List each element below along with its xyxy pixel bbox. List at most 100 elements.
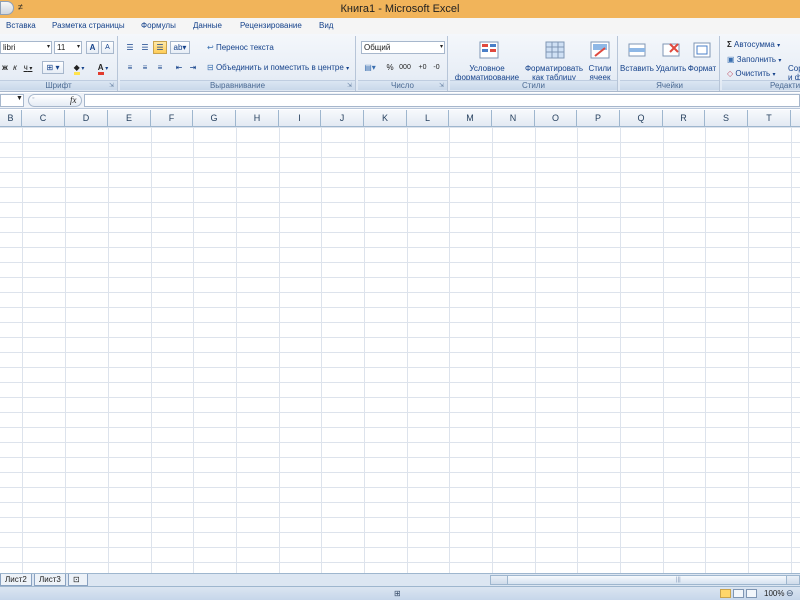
sort-filter-label-1[interactable]: Сор: [788, 64, 800, 73]
tab-data[interactable]: Данные: [193, 21, 222, 30]
bold-button[interactable]: ж: [0, 61, 10, 74]
fill-button[interactable]: ▣ Заполнить ▾: [726, 53, 790, 66]
conditional-formatting-button[interactable]: Условное форматирование: [452, 38, 522, 82]
align-left-button[interactable]: ≡: [123, 61, 137, 74]
delete-cells-button[interactable]: Удалить: [654, 38, 688, 80]
align-left-icon: ≡: [127, 63, 133, 72]
insert-function-button[interactable]: fx: [70, 95, 77, 105]
column-header[interactable]: S: [705, 110, 748, 127]
column-header[interactable]: H: [236, 110, 279, 127]
clear-button[interactable]: ◇ Очистить ▾: [726, 67, 790, 80]
wrap-text-button[interactable]: ↩ Перенос текста: [206, 41, 276, 54]
align-top-button[interactable]: ☰: [123, 41, 137, 54]
align-bottom-button[interactable]: ☰: [153, 41, 167, 54]
normal-view-button[interactable]: [720, 589, 731, 598]
horizontal-scrollbar[interactable]: |||: [490, 575, 800, 585]
new-sheet-icon: ⊡: [73, 575, 80, 584]
format-cells-button[interactable]: Формат: [686, 38, 718, 80]
zoom-out-button[interactable]: ⊖: [786, 588, 794, 599]
number-format-value: Общий: [364, 43, 391, 52]
column-header[interactable]: J: [321, 110, 364, 127]
tab-view[interactable]: Вид: [319, 21, 333, 30]
tab-insert[interactable]: Вставка: [6, 21, 36, 30]
number-format-box[interactable]: Общий ▾: [361, 41, 445, 54]
dialog-launcher-icon[interactable]: ⇲: [109, 82, 114, 89]
title-bar: ≠ Книга1 - Microsoft Excel: [0, 0, 800, 18]
cell-styles-button[interactable]: Стили ячеек: [584, 38, 616, 82]
align-center-button[interactable]: ≡: [138, 61, 152, 74]
increase-indent-button[interactable]: ⇥: [186, 61, 200, 74]
column-header[interactable]: C: [22, 110, 65, 127]
column-header[interactable]: F: [151, 110, 193, 127]
column-gridline: [236, 127, 237, 573]
font-name-box[interactable]: libri ▾: [0, 41, 52, 54]
dialog-launcher-icon[interactable]: ⇲: [439, 82, 444, 89]
column-header[interactable]: D: [65, 110, 108, 127]
record-macro-icon[interactable]: ⊞: [394, 589, 401, 598]
percent-button[interactable]: %: [384, 61, 396, 74]
currency-icon: ▤▾: [364, 63, 376, 72]
column-header[interactable]: N: [492, 110, 535, 127]
insert-cells-button[interactable]: Вставить: [620, 38, 654, 80]
thousands-button[interactable]: 000: [398, 61, 412, 74]
horizontal-scroll-thumb[interactable]: |||: [507, 576, 787, 584]
currency-button[interactable]: ▤▾: [360, 61, 380, 74]
column-header[interactable]: M: [449, 110, 492, 127]
shrink-font-button[interactable]: A: [101, 41, 114, 54]
chevron-down-icon: ▾: [76, 44, 80, 50]
sheet-tab[interactable]: Лист3: [34, 574, 66, 586]
column-header[interactable]: E: [108, 110, 151, 127]
styles-group: Условное форматирование Форматировать ка…: [450, 36, 618, 91]
format-as-table-button[interactable]: Форматировать как таблицу: [524, 38, 584, 82]
column-header[interactable]: T: [748, 110, 791, 127]
expand-handle-icon[interactable]: ◦: [32, 95, 34, 102]
merge-center-label: Объединить и поместить в центре: [215, 63, 344, 72]
column-header[interactable]: R: [663, 110, 705, 127]
chevron-down-icon[interactable]: ▼: [16, 95, 23, 102]
column-gridline: [748, 127, 749, 573]
column-header[interactable]: K: [364, 110, 407, 127]
underline-button[interactable]: ч ▾: [20, 61, 36, 74]
orientation-button[interactable]: ab▾: [170, 41, 190, 54]
column-header[interactable]: G: [193, 110, 236, 127]
column-header[interactable]: B: [0, 110, 22, 127]
font-color-button[interactable]: A ▾: [92, 61, 114, 75]
conditional-formatting-label-1: Условное: [469, 64, 505, 73]
column-header[interactable]: P: [577, 110, 620, 127]
insert-sheet-button[interactable]: ⊡: [68, 574, 88, 586]
fill-color-button[interactable]: ◆ ▾: [68, 61, 90, 75]
column-gridline: [492, 127, 493, 573]
merge-center-button[interactable]: ⊟ Объединить и поместить в центре ▾: [206, 61, 354, 74]
column-header[interactable]: L: [407, 110, 449, 127]
dialog-launcher-icon[interactable]: ⇲: [347, 82, 352, 89]
grow-font-button[interactable]: A: [86, 41, 99, 54]
tab-formulas[interactable]: Формулы: [141, 21, 176, 30]
italic-button[interactable]: к: [10, 61, 20, 74]
tab-review[interactable]: Рецензирование: [240, 21, 302, 30]
column-header-partial[interactable]: [791, 110, 800, 127]
format-cells-label: Формат: [687, 64, 717, 73]
font-size-box[interactable]: 11 ▾: [54, 41, 82, 54]
align-middle-button[interactable]: ☰: [138, 41, 152, 54]
column-header[interactable]: I: [279, 110, 321, 127]
page-break-view-button[interactable]: [746, 589, 757, 598]
sheet-tab[interactable]: Лист2: [0, 574, 32, 586]
column-gridline: [108, 127, 109, 573]
ribbon-tabs: Вставка Разметка страницы Формулы Данные…: [0, 18, 800, 34]
zoom-level[interactable]: 100%: [764, 589, 784, 598]
column-header[interactable]: Q: [620, 110, 663, 127]
align-right-button[interactable]: ≡: [153, 61, 167, 74]
tab-page-layout[interactable]: Разметка страницы: [52, 21, 125, 30]
decrease-indent-button[interactable]: ⇤: [172, 61, 186, 74]
format-cells-icon: [693, 42, 711, 58]
borders-button[interactable]: ⊞ ▾: [42, 61, 64, 74]
page-layout-view-button[interactable]: [733, 589, 744, 598]
cell-grid[interactable]: [0, 127, 800, 573]
eraser-icon: ◇: [727, 69, 734, 78]
column-header[interactable]: O: [535, 110, 577, 127]
autosum-button[interactable]: Σ Автосумма ▾: [726, 38, 790, 51]
alignment-group: ☰ ☰ ☰ ab▾ ≡ ≡ ≡ ⇤ ⇥ ↩ Перенос текста ⊟ О…: [120, 36, 356, 91]
increase-decimal-button[interactable]: +0: [416, 61, 429, 74]
formula-input[interactable]: [84, 94, 800, 107]
decrease-decimal-button[interactable]: -0: [430, 61, 443, 74]
